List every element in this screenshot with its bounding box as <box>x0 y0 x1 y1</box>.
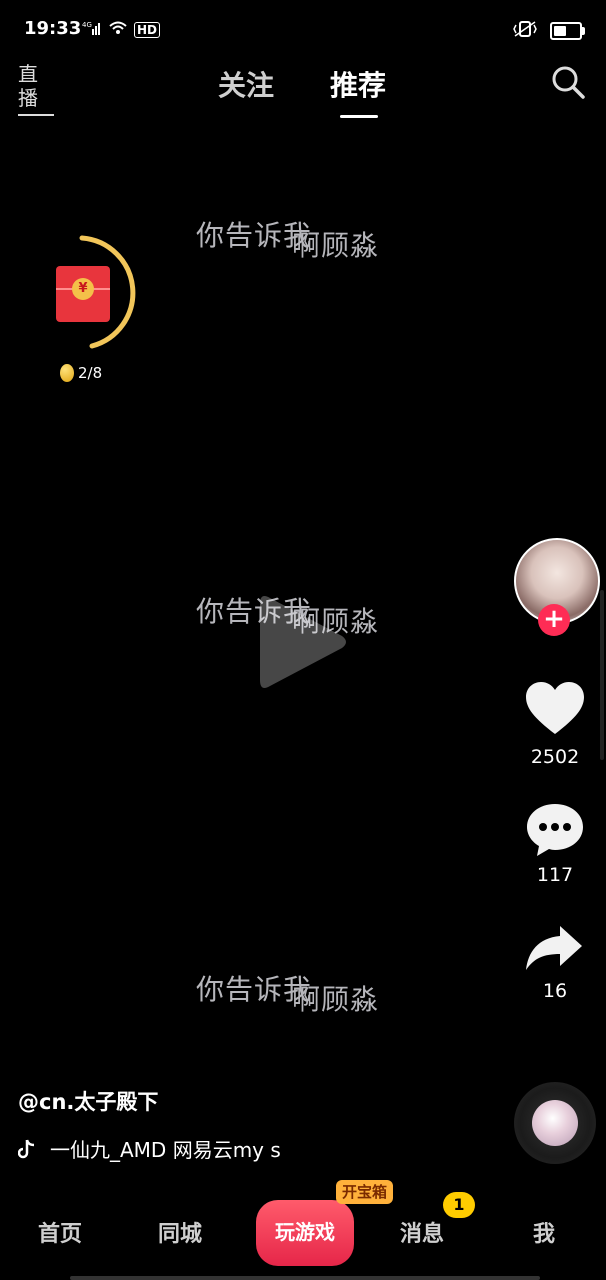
battery-icon <box>550 22 585 40</box>
vibrate-icon <box>512 20 538 42</box>
nav-nearby[interactable]: 同城 <box>158 1216 202 1248</box>
music-note-icon <box>18 1139 36 1159</box>
comment-icon[interactable] <box>524 800 586 860</box>
red-packet-progress-text: 2/8 <box>78 364 103 382</box>
tab-following[interactable]: 关注 <box>218 64 274 104</box>
live-label: 直播 <box>18 62 38 110</box>
wifi-icon <box>108 20 128 39</box>
tab-recommended[interactable]: 推荐 <box>330 64 386 104</box>
share-count: 16 <box>542 980 568 1002</box>
tab-active-indicator <box>340 115 378 118</box>
author-name[interactable]: @cn.太子殿下 <box>18 1086 158 1116</box>
hd-icon: HD <box>134 21 161 38</box>
messages-badge: 1 <box>443 1192 475 1218</box>
heart-icon[interactable] <box>524 680 586 738</box>
music-title: 一仙九_AMD 网易云my s <box>50 1138 281 1162</box>
music-disc-cover <box>532 1100 578 1146</box>
live-button[interactable]: 直播 <box>18 62 56 116</box>
nav-messages[interactable]: 消息 <box>400 1216 444 1248</box>
music-marquee[interactable]: 一仙九_AMD 网易云my s <box>18 1134 320 1163</box>
live-underline <box>18 114 54 116</box>
svg-text:4G: 4G <box>82 21 92 29</box>
lyric-line-top: 你告诉我 啊顾淼 <box>0 214 606 262</box>
play-game-button[interactable]: 玩游戏 <box>256 1200 354 1266</box>
red-packet-progress: 2/8 <box>60 364 102 382</box>
share-icon[interactable] <box>524 922 586 974</box>
lyric-part-2: 啊顾淼 <box>292 229 380 262</box>
lyric-part-2: 啊顾淼 <box>292 983 380 1016</box>
play-game-label: 玩游戏 <box>275 1220 335 1244</box>
golden-egg-icon <box>60 364 74 382</box>
red-packet-button[interactable]: ¥ <box>56 266 110 322</box>
status-right <box>512 20 585 42</box>
follow-plus-button[interactable]: + <box>538 604 570 636</box>
nav-me[interactable]: 我 <box>533 1216 555 1248</box>
like-count: 2502 <box>530 746 580 768</box>
comment-count: 117 <box>536 864 574 886</box>
treasure-chest-badge: 开宝箱 <box>336 1180 394 1204</box>
signal-icon: 4G <box>82 20 102 39</box>
play-icon[interactable] <box>256 588 352 696</box>
status-time: 19:33 <box>24 18 82 39</box>
music-disc[interactable] <box>514 1082 596 1164</box>
search-icon[interactable] <box>550 64 586 100</box>
nav-home[interactable]: 首页 <box>38 1216 82 1248</box>
scroll-indicator <box>600 590 604 760</box>
home-indicator <box>70 1276 540 1280</box>
status-icons: 4G HD <box>82 20 161 39</box>
yuan-coin-icon: ¥ <box>72 278 94 300</box>
